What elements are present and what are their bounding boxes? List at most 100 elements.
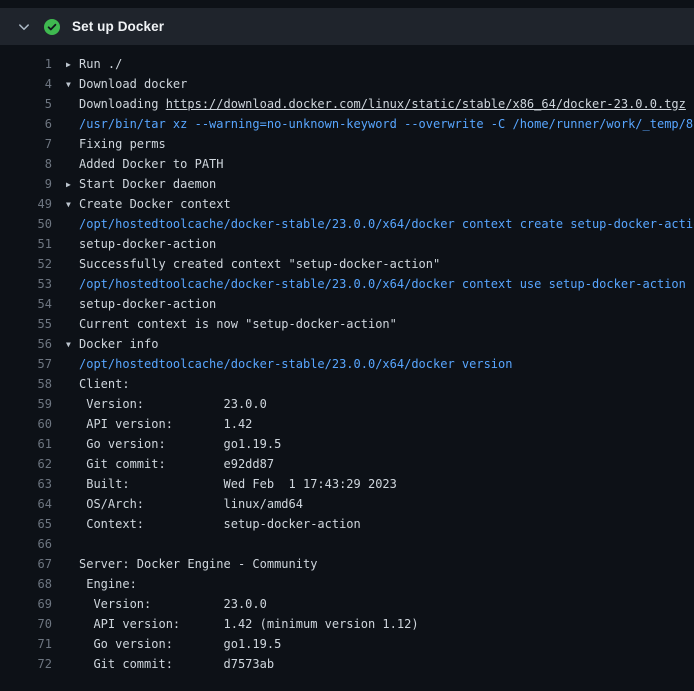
line-number[interactable]: 65 <box>0 514 52 534</box>
log-text: Context: setup-docker-action <box>52 514 361 534</box>
log-text: Go version: go1.19.5 <box>52 634 281 654</box>
step-title: Set up Docker <box>72 19 164 34</box>
log-text: setup-docker-action <box>52 234 216 254</box>
log-line: 5 Downloading https://download.docker.co… <box>0 94 694 114</box>
line-number[interactable]: 56 <box>0 334 52 354</box>
log-text: Git commit: e92dd87 <box>52 454 274 474</box>
log-text: Version: 23.0.0 <box>52 594 267 614</box>
log-line: 61 Go version: go1.19.5 <box>0 434 694 454</box>
group-label: Start Docker daemon <box>79 177 216 191</box>
line-number[interactable]: 54 <box>0 294 52 314</box>
log-group-line[interactable]: 49 ▼Create Docker context <box>0 194 694 214</box>
line-number[interactable]: 5 <box>0 94 52 114</box>
log-link[interactable]: https://download.docker.com/linux/static… <box>166 97 686 111</box>
chevron-down-icon: ▼ <box>66 335 79 354</box>
line-number[interactable]: 70 <box>0 614 52 634</box>
log-text: Go version: go1.19.5 <box>52 434 281 454</box>
line-number[interactable]: 62 <box>0 454 52 474</box>
log-text: Server: Docker Engine - Community <box>52 554 317 574</box>
line-number[interactable]: 61 <box>0 434 52 454</box>
log-group-line[interactable]: 4 ▼Download docker <box>0 74 694 94</box>
line-number[interactable]: 58 <box>0 374 52 394</box>
log-line: 60 API version: 1.42 <box>0 414 694 434</box>
line-number[interactable]: 67 <box>0 554 52 574</box>
log-line: 68 Engine: <box>0 574 694 594</box>
line-number[interactable]: 8 <box>0 154 52 174</box>
log-line: 69 Version: 23.0.0 <box>0 594 694 614</box>
log-line: 6 /usr/bin/tar xz --warning=no-unknown-k… <box>0 114 694 134</box>
log-group-line[interactable]: 9 ▶Start Docker daemon <box>0 174 694 194</box>
log-group-line[interactable]: 56 ▼Docker info <box>0 334 694 354</box>
log-command-text: /opt/hostedtoolcache/docker-stable/23.0.… <box>52 214 694 234</box>
log-group-line[interactable]: 1 ▶Run ./ <box>0 54 694 74</box>
log-text: Engine: <box>52 574 137 594</box>
line-number[interactable]: 4 <box>0 74 52 94</box>
line-number[interactable]: 1 <box>0 54 52 74</box>
log-line: 57 /opt/hostedtoolcache/docker-stable/23… <box>0 354 694 374</box>
chevron-down-icon: ▼ <box>66 75 79 94</box>
line-number[interactable]: 9 <box>0 174 52 194</box>
log-text <box>52 534 79 554</box>
line-number[interactable]: 55 <box>0 314 52 334</box>
log-line: 65 Context: setup-docker-action <box>0 514 694 534</box>
line-number[interactable]: 50 <box>0 214 52 234</box>
log-line: 53 /opt/hostedtoolcache/docker-stable/23… <box>0 274 694 294</box>
log-line: 7 Fixing perms <box>0 134 694 154</box>
log-line: 72 Git commit: d7573ab <box>0 654 694 674</box>
line-number[interactable]: 63 <box>0 474 52 494</box>
line-number[interactable]: 51 <box>0 234 52 254</box>
line-number[interactable]: 72 <box>0 654 52 674</box>
log-line: 63 Built: Wed Feb 1 17:43:29 2023 <box>0 474 694 494</box>
line-content: ▶Run ./ <box>52 54 122 74</box>
chevron-right-icon: ▶ <box>66 175 79 194</box>
line-number[interactable]: 59 <box>0 394 52 414</box>
log-line: 71 Go version: go1.19.5 <box>0 634 694 654</box>
log-line: 8 Added Docker to PATH <box>0 154 694 174</box>
line-number[interactable]: 64 <box>0 494 52 514</box>
log-text: API version: 1.42 (minimum version 1.12) <box>52 614 419 634</box>
log-text: Version: 23.0.0 <box>52 394 267 414</box>
log-lines: 1 ▶Run ./ 4 ▼Download docker 5 Downloadi… <box>0 45 694 674</box>
group-label: Docker info <box>79 337 158 351</box>
line-number[interactable]: 57 <box>0 354 52 374</box>
log-text: Added Docker to PATH <box>52 154 224 174</box>
log-line: 70 API version: 1.42 (minimum version 1.… <box>0 614 694 634</box>
log-line: 64 OS/Arch: linux/amd64 <box>0 494 694 514</box>
log-line: 55 Current context is now "setup-docker-… <box>0 314 694 334</box>
line-number[interactable]: 68 <box>0 574 52 594</box>
log-text: Client: <box>52 374 130 394</box>
line-number[interactable]: 6 <box>0 114 52 134</box>
log-line: 67 Server: Docker Engine - Community <box>0 554 694 574</box>
group-label: Create Docker context <box>79 197 231 211</box>
line-number[interactable]: 69 <box>0 594 52 614</box>
line-content: Downloading https://download.docker.com/… <box>52 94 686 114</box>
line-number[interactable]: 7 <box>0 134 52 154</box>
log-text: Successfully created context "setup-dock… <box>52 254 440 274</box>
chevron-down-icon[interactable] <box>16 19 32 35</box>
check-circle-icon <box>44 19 60 35</box>
log-command-text: /opt/hostedtoolcache/docker-stable/23.0.… <box>52 274 686 294</box>
step-header[interactable]: Set up Docker <box>0 8 694 45</box>
log-line: 62 Git commit: e92dd87 <box>0 454 694 474</box>
log-command-text: /opt/hostedtoolcache/docker-stable/23.0.… <box>52 354 512 374</box>
chevron-right-icon: ▶ <box>66 55 79 74</box>
line-number[interactable]: 60 <box>0 414 52 434</box>
log-text: Downloading <box>79 97 166 111</box>
group-label: Download docker <box>79 77 187 91</box>
group-label: Run ./ <box>79 57 122 71</box>
line-content: ▼Download docker <box>52 74 187 94</box>
line-content: ▼Create Docker context <box>52 194 231 214</box>
log-text: setup-docker-action <box>52 294 216 314</box>
line-number[interactable]: 49 <box>0 194 52 214</box>
log-line: 58 Client: <box>0 374 694 394</box>
line-number[interactable]: 71 <box>0 634 52 654</box>
line-number[interactable]: 52 <box>0 254 52 274</box>
log-text: API version: 1.42 <box>52 414 252 434</box>
log-text: OS/Arch: linux/amd64 <box>52 494 303 514</box>
line-number[interactable]: 53 <box>0 274 52 294</box>
log-text: Git commit: d7573ab <box>52 654 274 674</box>
log-line: 59 Version: 23.0.0 <box>0 394 694 414</box>
log-line: 52 Successfully created context "setup-d… <box>0 254 694 274</box>
line-number[interactable]: 66 <box>0 534 52 554</box>
log-text: Built: Wed Feb 1 17:43:29 2023 <box>52 474 397 494</box>
